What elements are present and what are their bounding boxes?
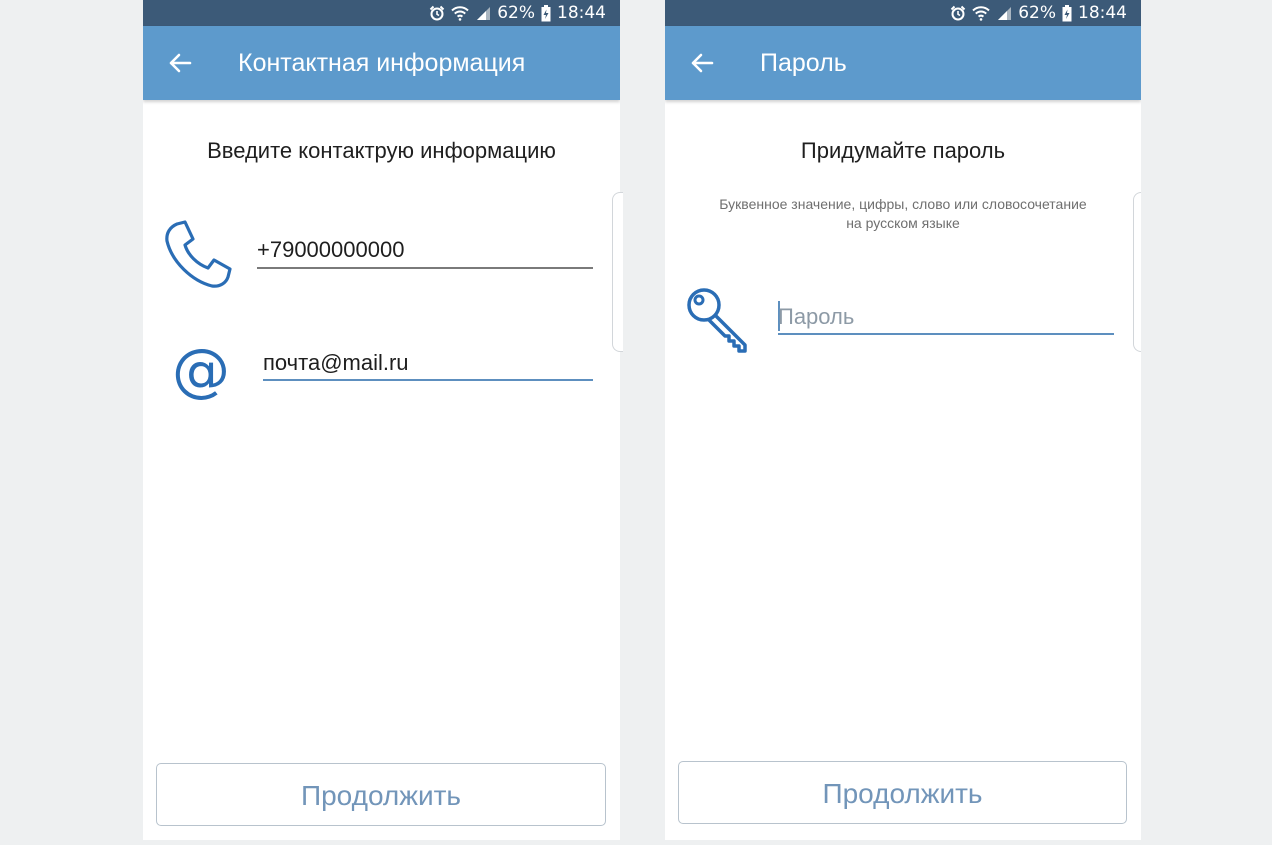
email-field[interactable]: почта@mail.ru — [263, 350, 409, 376]
phone-icon — [163, 220, 233, 295]
wifi-icon — [972, 5, 990, 21]
battery-percent: 62% — [1018, 3, 1056, 23]
app-bar-title: Контактная информация — [238, 49, 526, 77]
key-icon — [685, 287, 753, 360]
side-card-edge — [1133, 192, 1141, 352]
phone-field-underline — [257, 267, 593, 269]
app-bar: Контактная информация — [143, 26, 620, 100]
at-sign-icon: @ — [171, 336, 233, 407]
password-input-underline — [778, 333, 1114, 335]
page-heading: Введите контактрую информацию — [207, 138, 556, 163]
password-hint-line-1: Буквенное значение, цифры, слово или сло… — [719, 196, 1087, 212]
status-bar: 62% 18:44 — [143, 0, 620, 26]
page-heading: Придумайте пароль — [800, 138, 1006, 163]
back-arrow-icon[interactable] — [165, 50, 195, 76]
signal-icon — [475, 5, 491, 21]
app-bar-title: Пароль — [760, 49, 847, 77]
battery-percent: 62% — [497, 3, 535, 23]
status-time: 18:44 — [1078, 3, 1127, 23]
status-time: 18:44 — [557, 3, 606, 23]
continue-button[interactable]: Продолжить — [156, 763, 606, 826]
side-card-edge — [612, 192, 623, 352]
alarm-icon — [429, 5, 445, 21]
back-arrow-icon[interactable] — [687, 50, 717, 76]
phone-field[interactable]: +79000000000 — [257, 237, 404, 263]
continue-button[interactable]: Продолжить — [678, 761, 1127, 824]
password-hint-line-2: на русском языке — [846, 215, 960, 231]
wifi-icon — [451, 5, 469, 21]
password-input[interactable] — [778, 302, 1108, 332]
email-field-underline — [263, 379, 593, 381]
battery-icon — [1062, 4, 1072, 22]
svg-text:@: @ — [172, 340, 230, 402]
status-bar: 62% 18:44 — [665, 0, 1141, 26]
app-bar: Пароль — [665, 26, 1141, 100]
signal-icon — [996, 5, 1012, 21]
battery-icon — [541, 4, 551, 22]
contact-info-screen: 62% 18:44 Контактная информация Введите … — [143, 0, 620, 840]
password-screen: 62% 18:44 Пароль Придумайте пароль Букве… — [665, 0, 1141, 840]
alarm-icon — [950, 5, 966, 21]
